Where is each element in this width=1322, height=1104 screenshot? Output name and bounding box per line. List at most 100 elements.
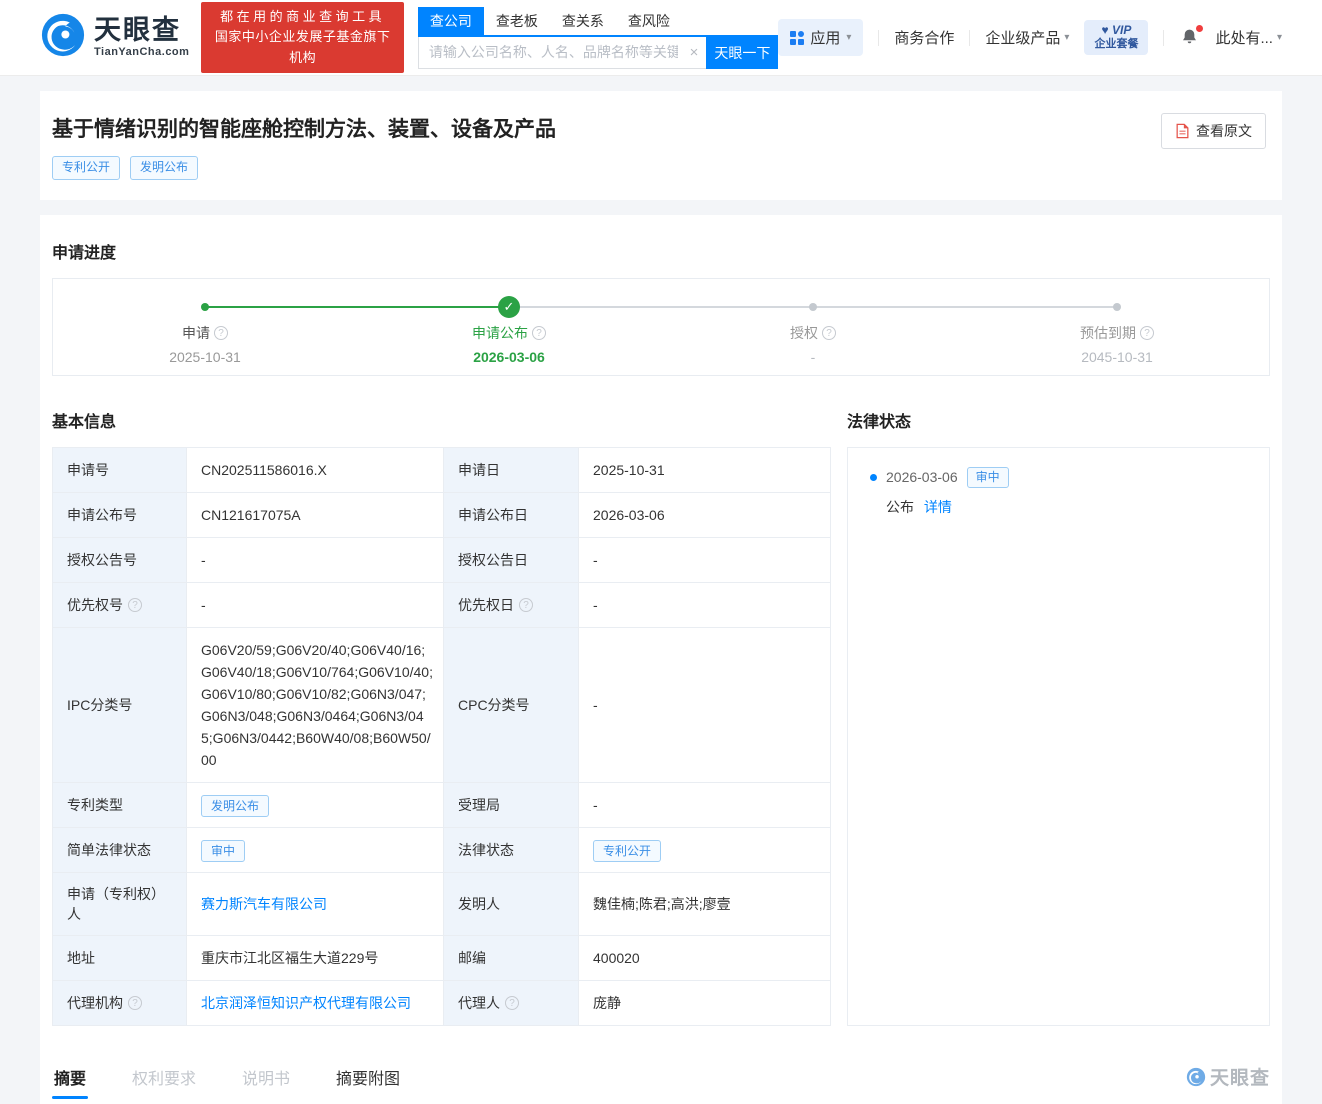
search-tab-risk[interactable]: 查风险 xyxy=(616,7,682,35)
status-badge-invention-publication: 发明公布 xyxy=(130,156,198,180)
field-label: 优先权日 xyxy=(458,595,514,615)
table-row: 简单法律状态 审中 法律状态 专利公开 xyxy=(53,827,831,872)
field-value: - xyxy=(187,582,444,627)
agency-link[interactable]: 北京润泽恒知识产权代理有限公司 xyxy=(201,995,411,1011)
help-icon[interactable]: ? xyxy=(505,996,519,1010)
help-icon[interactable]: ? xyxy=(822,326,836,340)
timeline-dot xyxy=(1113,303,1121,311)
field-value: - xyxy=(579,582,831,627)
basic-info-heading: 基本信息 xyxy=(52,408,830,432)
logo-subtitle: TianYanCha.com xyxy=(94,47,189,58)
timeline-step-estimated-expiry: 预估到期? 2045-10-31 xyxy=(965,279,1269,375)
field-label: 地址 xyxy=(53,935,187,980)
tianyancha-eye-icon xyxy=(40,12,86,63)
timeline-step-publication: ✓ 申请公布? 2026-03-06 xyxy=(357,279,661,375)
nav-item-enterprise[interactable]: 企业级产品 ▾ xyxy=(985,27,1069,48)
application-progress-timeline: 申请? 2025-10-31 ✓ 申请公布? 2026-03-06 授权? - … xyxy=(52,278,1270,376)
tab-abstract-figure[interactable]: 摘要附图 xyxy=(334,1057,402,1097)
legal-status-date: 2026-03-06 xyxy=(886,469,958,485)
field-value: 重庆市江北区福生大道229号 xyxy=(187,935,444,980)
search-tab-relation[interactable]: 查关系 xyxy=(550,7,616,35)
legal-status-desc: 公布 xyxy=(886,499,914,515)
legal-detail-link[interactable]: 详情 xyxy=(924,499,952,515)
step-label: 申请公布 xyxy=(472,323,528,343)
header: 天眼查 TianYanCha.com 都在用的商业查询工具 国家中小企业发展子基… xyxy=(0,0,1322,76)
promo-line2: 国家中小企业发展子基金旗下机构 xyxy=(211,27,393,67)
check-circle-icon: ✓ xyxy=(498,296,520,318)
title-card: 基于情绪识别的智能座舱控制方法、装置、设备及产品 专利公开 发明公布 查看原文 xyxy=(40,91,1282,200)
basic-info-section: 基本信息 申请号 CN202511586016.X 申请日 2025-10-31… xyxy=(52,408,830,1026)
step-label: 申请 xyxy=(182,323,210,343)
page-content: 基于情绪识别的智能座舱控制方法、装置、设备及产品 专利公开 发明公布 查看原文 … xyxy=(40,91,1282,1104)
applicant-company-link[interactable]: 赛力斯汽车有限公司 xyxy=(201,896,327,912)
nav-item-more[interactable]: 此处有... ▾ xyxy=(1215,27,1282,48)
vip-package-button[interactable]: ♥ VIP 企业套餐 xyxy=(1084,20,1148,55)
field-value-ipc: G06V20/59;G06V20/40;G06V40/16;G06V40/18;… xyxy=(187,627,444,782)
legal-status-section: 法律状态 2026-03-06 审中 公布 详情 xyxy=(847,408,1270,1026)
field-label: 发明人 xyxy=(444,872,579,935)
chevron-down-icon: ▾ xyxy=(1064,32,1069,43)
help-icon[interactable]: ? xyxy=(128,996,142,1010)
search-button[interactable]: 天眼一下 xyxy=(706,37,778,69)
search-module: 查公司 查老板 查关系 查风险 × 天眼一下 xyxy=(418,7,778,69)
notification-dot xyxy=(1196,25,1203,32)
apps-label: 应用 xyxy=(810,27,840,48)
field-value: 2026-03-06 xyxy=(579,492,831,537)
field-value: 2025-10-31 xyxy=(579,447,831,492)
help-icon[interactable]: ? xyxy=(214,326,228,340)
search-input[interactable] xyxy=(418,37,706,69)
help-icon[interactable]: ? xyxy=(519,598,533,612)
field-label: 申请公布日 xyxy=(444,492,579,537)
view-original-button[interactable]: 查看原文 xyxy=(1161,113,1266,149)
field-value: - xyxy=(579,537,831,582)
apps-menu-button[interactable]: 应用 ▾ xyxy=(778,19,863,56)
help-icon[interactable]: ? xyxy=(532,326,546,340)
field-value: CN121617075A xyxy=(187,492,444,537)
content-tabs: 摘要 权利要求 说明书 摘要附图 天眼查 xyxy=(52,1056,1270,1098)
field-label: CPC分类号 xyxy=(444,627,579,782)
status-badge-pending: 审中 xyxy=(201,840,245,862)
search-tab-boss[interactable]: 查老板 xyxy=(484,7,550,35)
clear-icon[interactable]: × xyxy=(690,45,699,60)
table-row: 代理机构? 北京润泽恒知识产权代理有限公司 代理人? 庞静 xyxy=(53,980,831,1025)
field-value: CN202511586016.X xyxy=(187,447,444,492)
bullet-dot xyxy=(870,474,877,481)
search-tab-company[interactable]: 查公司 xyxy=(418,7,484,35)
chevron-down-icon: ▾ xyxy=(846,32,851,43)
step-date: 2026-03-06 xyxy=(357,349,661,365)
field-label: 申请日 xyxy=(444,447,579,492)
grid-icon xyxy=(790,31,804,45)
timeline-dot xyxy=(201,303,209,311)
help-icon[interactable]: ? xyxy=(1140,326,1154,340)
tianyancha-eye-icon xyxy=(1186,1067,1206,1087)
legal-status-box: 2026-03-06 审中 公布 详情 xyxy=(847,447,1270,1026)
search-tabs: 查公司 查老板 查关系 查风险 xyxy=(418,7,778,37)
notification-bell-button[interactable] xyxy=(1179,27,1200,48)
tab-description: 说明书 xyxy=(240,1057,292,1097)
step-date: 2045-10-31 xyxy=(965,349,1269,365)
nav-item-cooperation[interactable]: 商务合作 xyxy=(894,27,954,48)
table-row: 专利类型 发明公布 受理局 - xyxy=(53,782,831,827)
status-badge-pending: 审中 xyxy=(967,467,1009,489)
watermark-label: 天眼查 xyxy=(1210,1063,1270,1090)
watermark-logo: 天眼查 xyxy=(1186,1063,1270,1090)
logo-title: 天眼查 xyxy=(94,17,189,44)
field-label: 简单法律状态 xyxy=(53,827,187,872)
basic-info-table: 申请号 CN202511586016.X 申请日 2025-10-31 申请公布… xyxy=(52,447,831,1026)
field-label: 邮编 xyxy=(444,935,579,980)
promo-banner: 都在用的商业查询工具 国家中小企业发展子基金旗下机构 xyxy=(201,2,403,72)
table-row: IPC分类号 G06V20/59;G06V20/40;G06V40/16;G06… xyxy=(53,627,831,782)
pdf-icon xyxy=(1175,123,1190,139)
field-label: 专利类型 xyxy=(53,782,187,827)
table-row: 申请公布号 CN121617075A 申请公布日 2026-03-06 xyxy=(53,492,831,537)
status-badge-invention-publication: 发明公布 xyxy=(201,795,269,817)
field-label: 授权公告号 xyxy=(53,537,187,582)
timeline-step-application: 申请? 2025-10-31 xyxy=(53,279,357,375)
field-value: 庞静 xyxy=(579,980,831,1025)
tab-abstract[interactable]: 摘要 xyxy=(52,1057,88,1097)
timeline-dot xyxy=(809,303,817,311)
tianyancha-logo[interactable]: 天眼查 TianYanCha.com xyxy=(40,12,189,63)
help-icon[interactable]: ? xyxy=(128,598,142,612)
legal-status-heading: 法律状态 xyxy=(847,408,1270,432)
nav-divider xyxy=(1163,30,1164,46)
